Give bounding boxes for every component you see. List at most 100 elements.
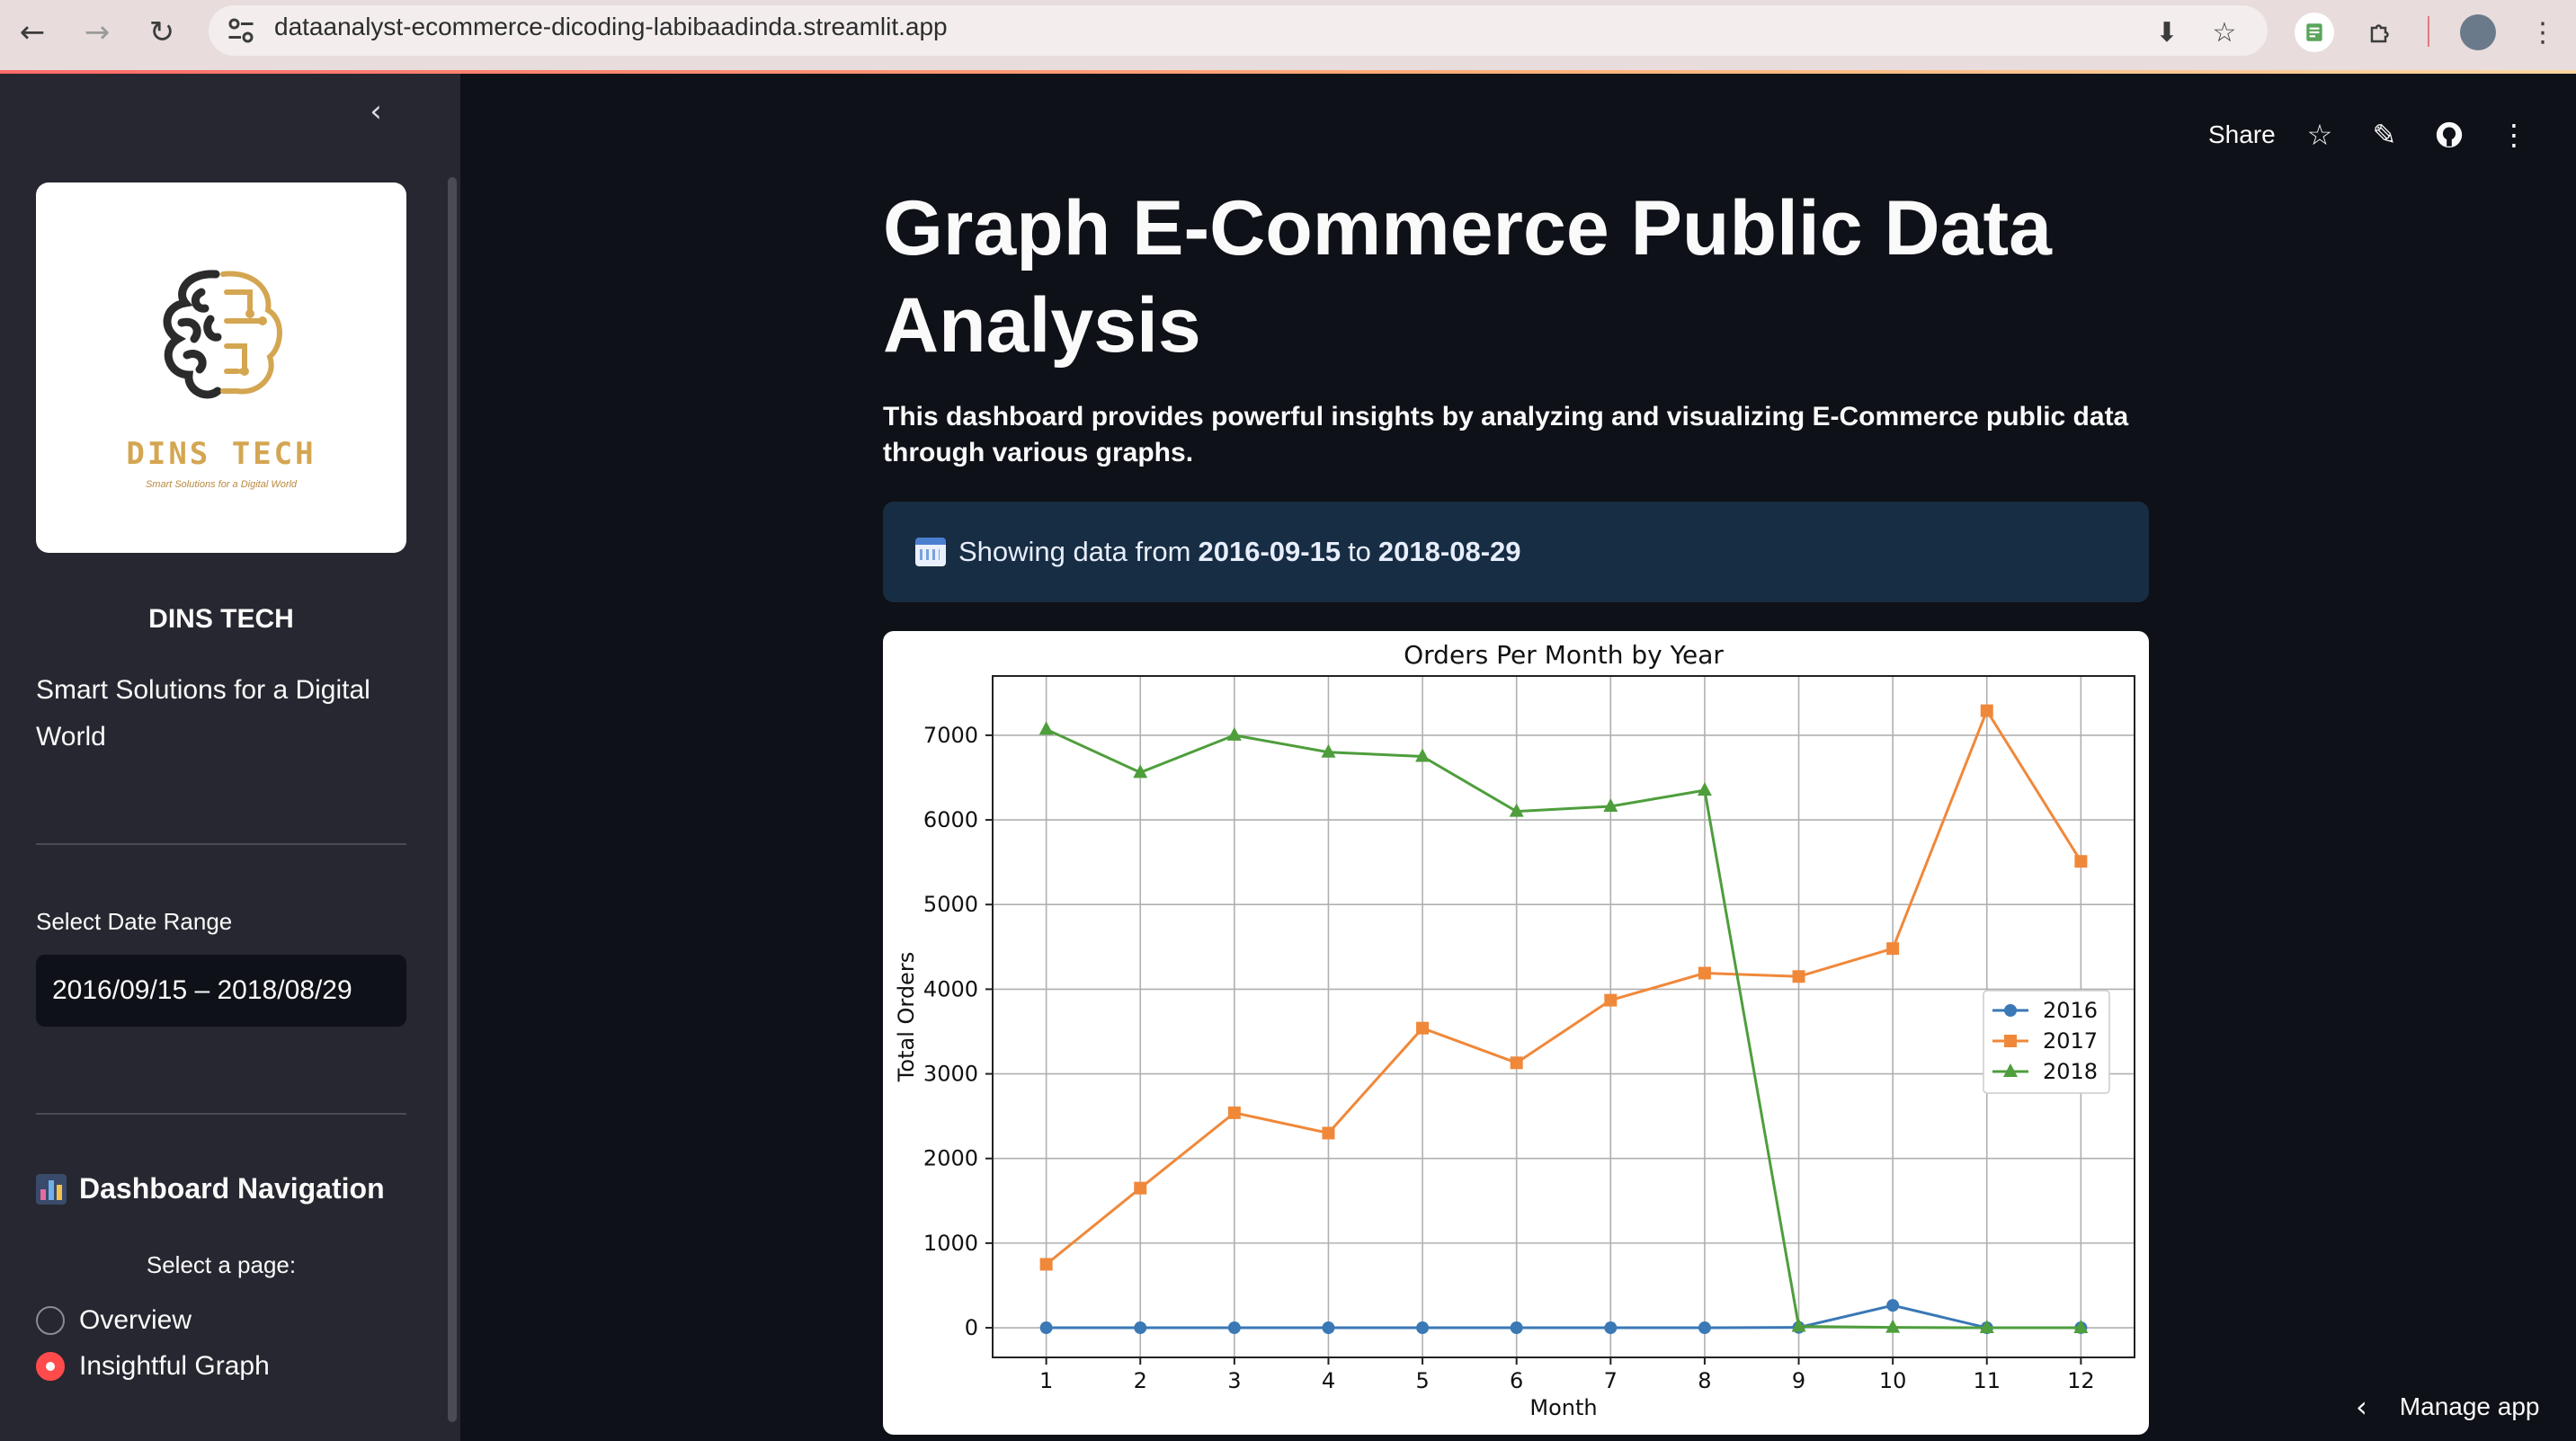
y-tick-label: 2000 [923,1146,978,1171]
x-axis-label: Month [1529,1395,1597,1420]
data-point-2016 [1322,1321,1335,1335]
data-point-2017 [1039,1258,1053,1271]
browser-menu-icon[interactable]: ⋮ [2523,13,2563,52]
data-point-2016 [1134,1321,1147,1335]
data-point-2016 [1227,1321,1241,1335]
y-tick-label: 3000 [923,1062,978,1087]
brand-name: DINS TECH [148,604,294,634]
date-range-input[interactable]: 2016/09/15 – 2018/08/29 [36,955,406,1027]
url-text[interactable]: dataanalyst-ecommerce-dicoding-labibaadi… [274,13,948,41]
nav-heading-label: Dashboard Navigation [79,1172,385,1205]
legend-label-2017: 2017 [2043,1028,2098,1054]
radio-insightful-graph[interactable]: Insightful Graph [36,1351,270,1382]
select-page-label: Select a page: [146,1251,297,1278]
data-point-2017 [1227,1106,1241,1119]
x-tick-label: 8 [1698,1368,1711,1393]
data-point-2017 [1604,993,1618,1007]
y-tick-label: 4000 [923,976,978,1001]
page-title: Graph E-Commerce Public Data Analysis [883,185,2052,369]
chart-card: 1 2 3 4 5 6 7 8 9 10 11 12 0 1000 2000 3000 4000 5000 6000… [883,631,2149,1435]
date-range-label: Select Date Range [36,908,233,935]
x-tick-label: 7 [1604,1368,1618,1393]
legend-label-2018: 2018 [2043,1059,2098,1084]
orders-line-chart: 1 2 3 4 5 6 7 8 9 10 11 120100020003000400050006000… [894,640,2135,1420]
share-button[interactable]: Share [2208,120,2276,149]
series-line-2017 [1045,707,2082,1266]
collapse-sidebar-icon[interactable]: ‹ [356,92,396,131]
profile-avatar[interactable] [2458,13,2498,52]
y-tick-label: 0 [965,1315,978,1340]
data-point-2017 [1322,1126,1335,1140]
data-point-2017 [1510,1056,1523,1070]
chevron-left-icon: ‹ [2356,1390,2367,1424]
data-point-2016 [1698,1321,1711,1335]
forward-icon[interactable]: → [77,13,117,52]
x-tick-label: 9 [1792,1368,1805,1393]
plot-frame [992,675,2135,1358]
legend-marker-2017 [2004,1035,2017,1047]
date-info-box: Showing data from 2016-09-15 to 2018-08-… [883,502,2149,602]
manage-app-button[interactable]: ‹ Manage app [2356,1390,2539,1424]
y-tick-label: 7000 [923,723,978,748]
x-tick-label: 2 [1134,1368,1147,1393]
legend-label-2016: 2016 [2043,998,2098,1023]
data-point-2018 [1038,721,1054,735]
info-start-date: 2016-09-15 [1198,536,1341,567]
sidebar-scrollbar[interactable] [448,177,457,1422]
install-app-icon[interactable]: ⬇ [2147,13,2187,52]
x-tick-label: 1 [1039,1368,1053,1393]
bookmark-star-icon[interactable]: ☆ [2205,13,2244,52]
data-point-2016 [1604,1321,1618,1335]
reload-icon[interactable]: ↻ [142,13,182,52]
radio-button-checked[interactable] [36,1352,65,1381]
radio-label-insightful-graph: Insightful Graph [79,1351,270,1381]
brain-circuit-logo [163,270,282,399]
data-point-2017 [1886,942,1900,956]
edit-pencil-icon[interactable]: ✎ [2365,115,2404,155]
info-end-date: 2018-08-29 [1377,536,1521,567]
data-point-2016 [1416,1321,1430,1335]
page-description: This dashboard provides powerful insight… [883,402,2129,467]
brand-tagline: Smart Solutions for a Digital World [36,675,370,752]
puzzle-icon[interactable] [2361,13,2401,52]
data-point-2016 [1039,1321,1053,1335]
data-point-2017 [1980,704,1993,717]
extension-icon[interactable] [2295,13,2334,52]
logo-wordmark: DINS TECH [126,436,316,472]
x-tick-label: 4 [1322,1368,1335,1393]
y-axis-label: Total Orders [894,952,919,1082]
y-tick-label: 6000 [923,807,978,832]
bar-chart-icon [36,1173,67,1205]
main-menu-icon[interactable]: ⋮ [2494,115,2534,155]
browser-toolbar: ← → ↻ dataanalyst-ecommerce-dicoding-lab… [0,0,2576,70]
x-tick-label: 12 [2067,1368,2095,1393]
logo-card: DINS TECH Smart Solutions for a Digital … [36,182,406,553]
info-mid: to [1348,536,1371,567]
y-tick-label: 1000 [923,1231,978,1256]
sidebar-divider [36,1113,406,1115]
data-point-2017 [1792,970,1805,983]
radio-button-unchecked[interactable] [36,1306,65,1335]
data-point-2017 [1698,966,1711,980]
data-point-2018 [1226,726,1242,741]
data-point-2016 [1510,1321,1523,1335]
x-tick-label: 11 [1973,1368,2001,1393]
github-icon[interactable] [2429,115,2469,155]
x-tick-label: 6 [1510,1368,1523,1393]
star-icon[interactable]: ☆ [2300,115,2340,155]
chart-title: Orders Per Month by Year [1404,640,1724,670]
dashboard-navigation-heading: Dashboard Navigation [36,1172,385,1205]
legend-marker-2016 [2004,1004,2017,1017]
series-line-2016 [1046,1303,2081,1330]
toolbar-divider [2428,16,2429,47]
logo-tagline: Smart Solutions for a Digital World [145,479,298,490]
y-tick-label: 5000 [923,892,978,917]
back-icon[interactable]: ← [13,13,52,52]
sidebar-divider [36,843,406,845]
x-tick-label: 10 [1879,1368,1907,1393]
site-settings-icon[interactable] [225,14,257,47]
data-point-2017 [1134,1181,1147,1195]
series-line-2018 [1046,727,2081,1330]
x-tick-label: 3 [1227,1368,1241,1393]
radio-overview[interactable]: Overview [36,1305,192,1336]
